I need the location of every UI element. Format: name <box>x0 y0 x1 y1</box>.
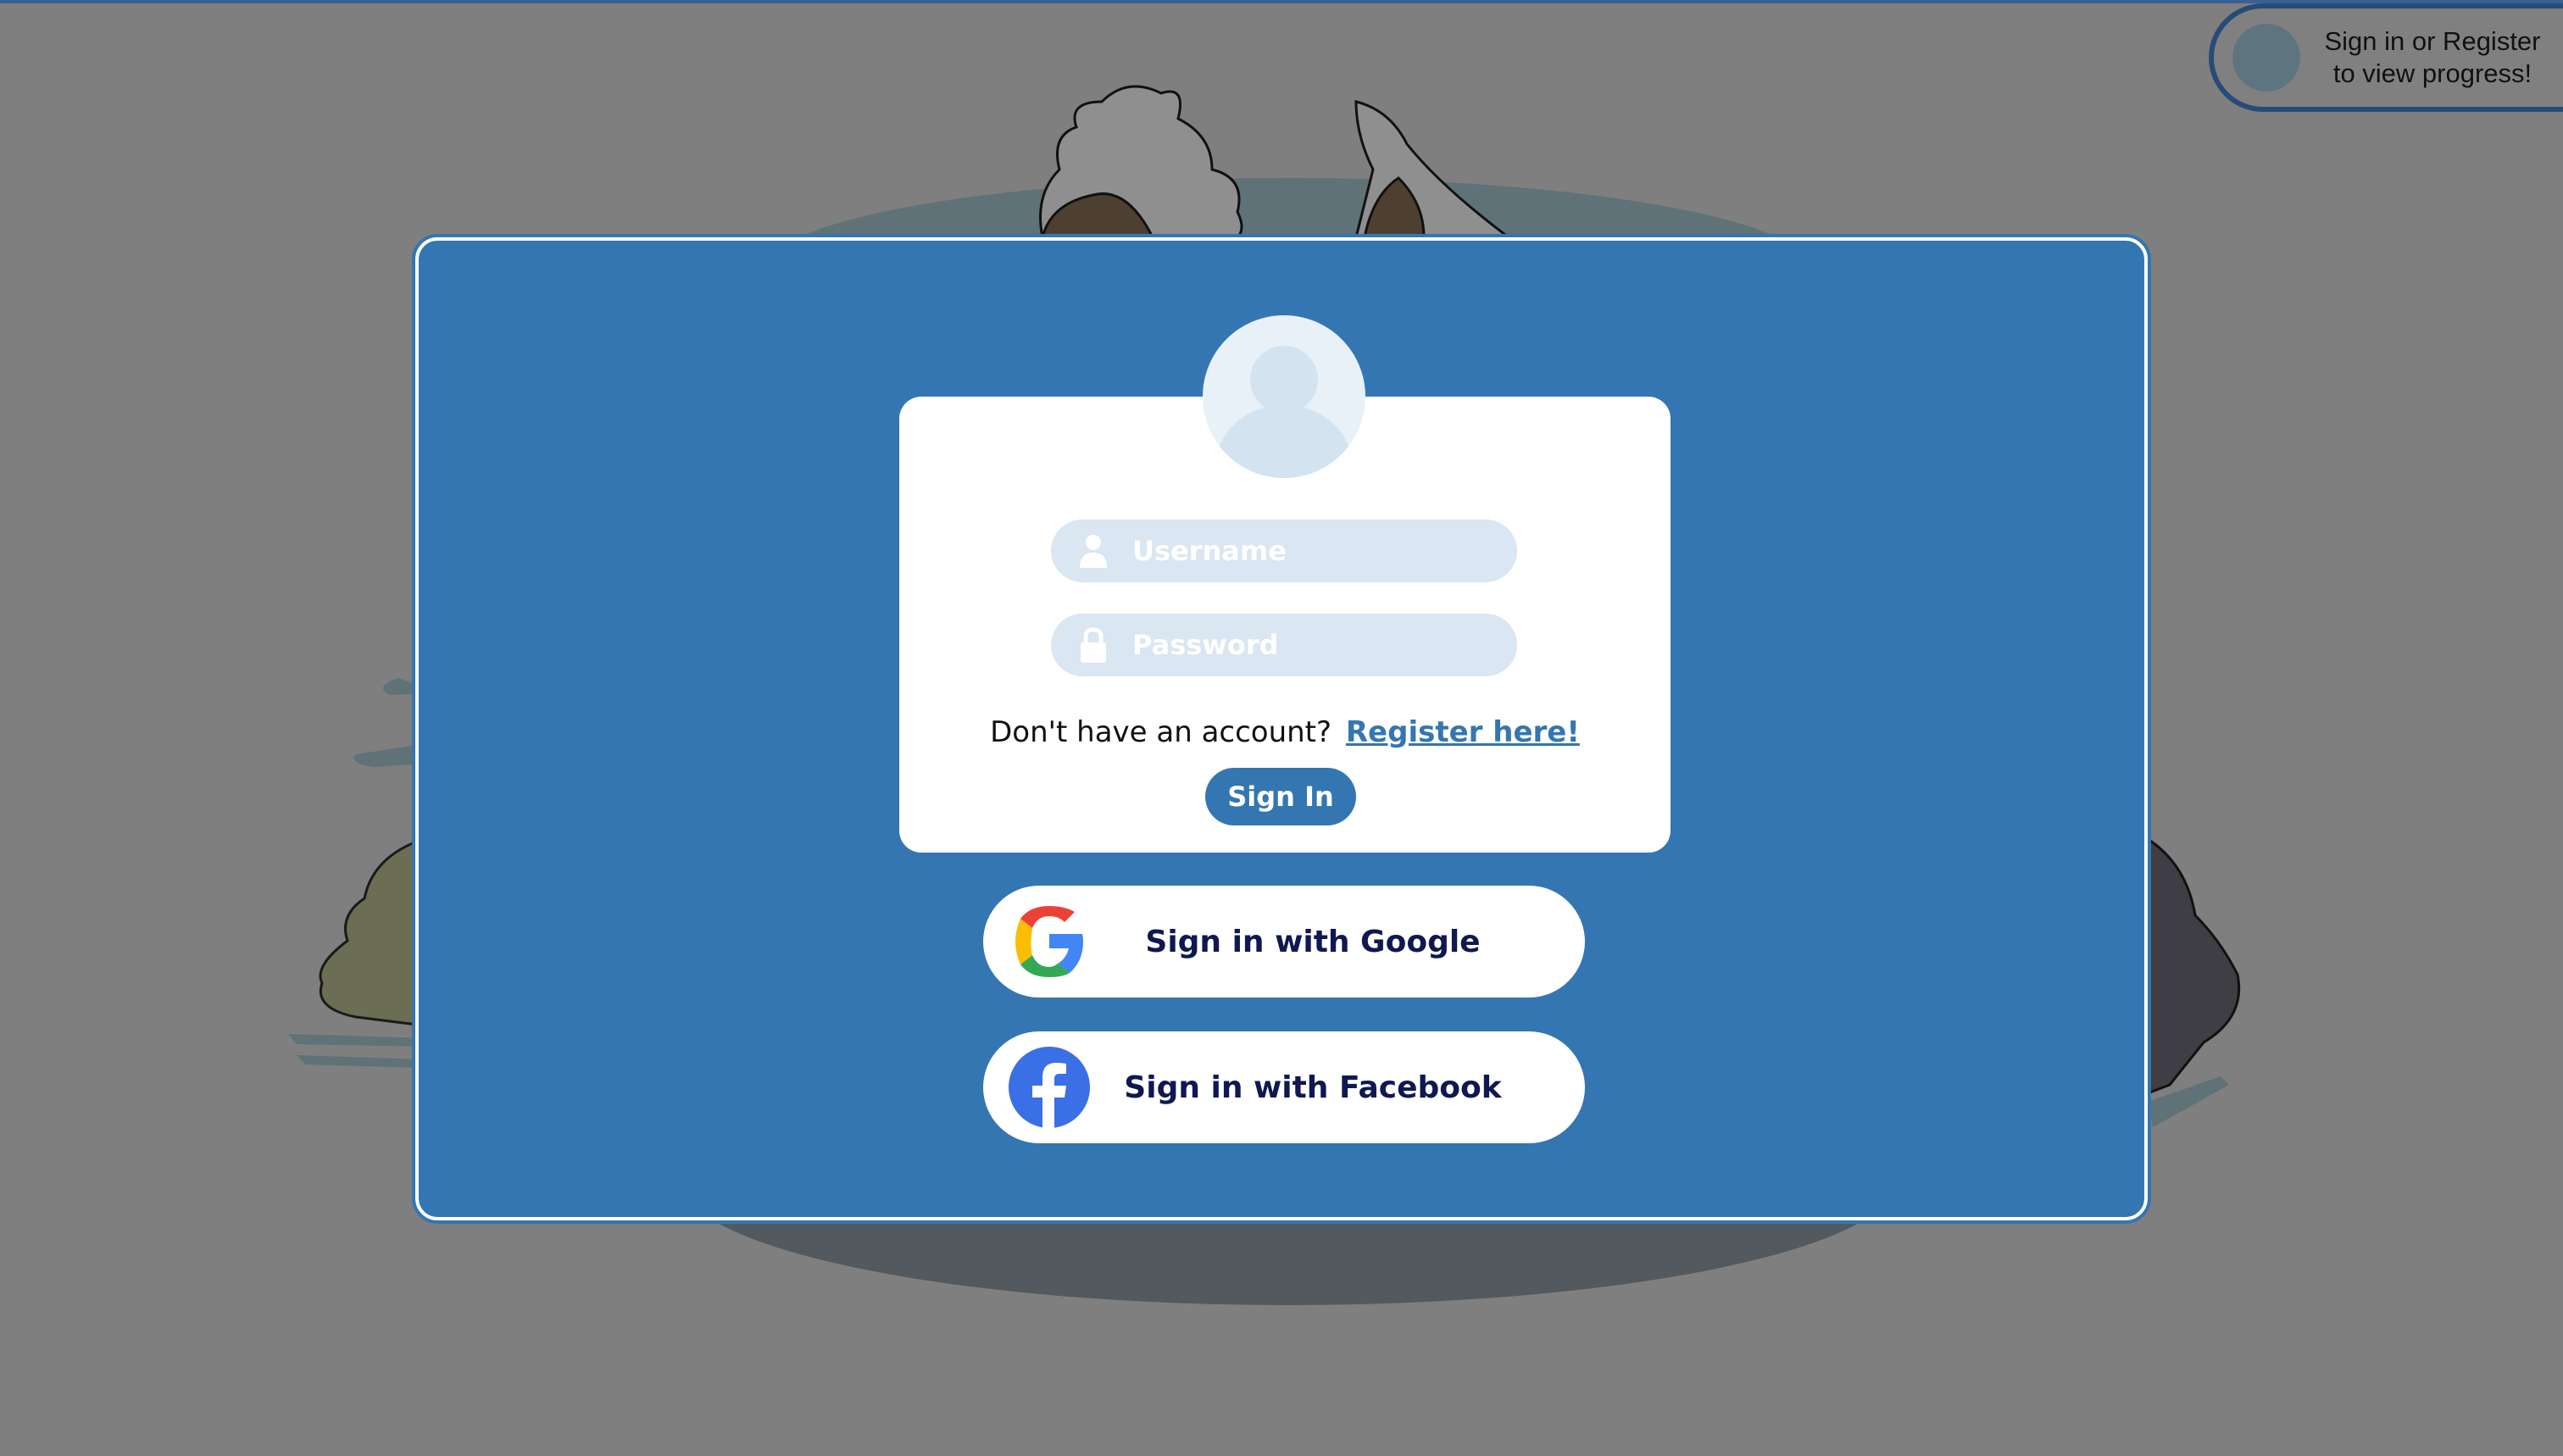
sign-in-button[interactable]: Sign In <box>1205 768 1356 825</box>
username-input[interactable] <box>1131 534 1507 568</box>
left-bush <box>319 836 425 1027</box>
progress-line-2: to view progress! <box>2332 58 2532 88</box>
google-label: Sign in with Google <box>1145 924 1481 959</box>
google-sign-in-button[interactable]: Sign in with Google <box>983 886 1585 998</box>
password-field[interactable] <box>1051 614 1517 676</box>
water-stroke-left-3 <box>288 1034 424 1047</box>
user-avatar-icon <box>1203 315 1365 478</box>
register-prompt-text: Don't have an account? <box>990 715 1332 749</box>
register-prompt: Don't have an account? Register here! <box>899 715 1671 749</box>
facebook-label: Sign in with Facebook <box>1124 1070 1502 1105</box>
progress-avatar <box>2232 24 2300 92</box>
progress-text: Sign in or Register to view progress! <box>2322 25 2543 90</box>
facebook-sign-in-button[interactable]: Sign in with Facebook <box>983 1031 1585 1143</box>
password-input[interactable] <box>1131 628 1507 662</box>
register-link[interactable]: Register here! <box>1346 715 1580 749</box>
login-modal: Don't have an account? Register here! Si… <box>415 237 2148 1220</box>
user-icon <box>1076 532 1110 570</box>
right-rock <box>2146 836 2241 1096</box>
progress-line-1: Sign in or Register <box>2324 26 2541 56</box>
progress-badge[interactable]: Sign in or Register to view progress! <box>2209 3 2563 112</box>
username-field[interactable] <box>1051 520 1517 582</box>
water-stroke-left-4 <box>297 1055 424 1068</box>
facebook-logo-icon <box>1009 1047 1090 1128</box>
google-logo-icon <box>1015 906 1083 977</box>
lock-icon <box>1076 626 1110 664</box>
